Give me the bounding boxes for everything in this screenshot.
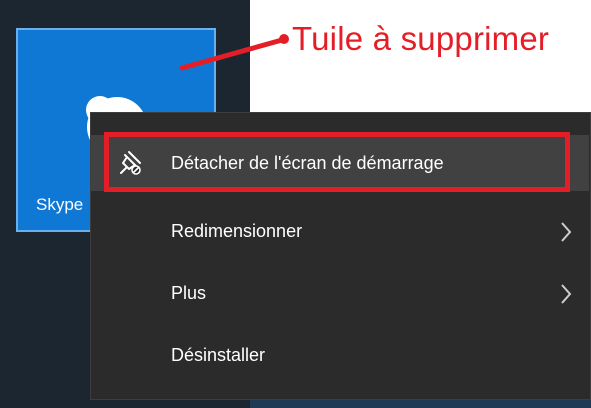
menu-item-label: Détacher de l'écran de démarrage <box>171 152 444 173</box>
annotation-arrow <box>179 34 289 71</box>
context-menu: Détacher de l'écran de démarrage Redimen… <box>90 112 591 400</box>
unpin-icon <box>120 151 141 175</box>
menu-item-label: Désinstaller <box>171 344 266 365</box>
chevron-right-icon <box>561 284 572 304</box>
menu-item-unpin[interactable]: Détacher de l'écran de démarrage <box>91 135 589 191</box>
menu-item-label: Plus <box>171 282 207 303</box>
chevron-right-icon <box>561 222 572 242</box>
menu-item-uninstall[interactable]: Désinstaller <box>91 325 589 385</box>
annotation-label: Tuile à supprimer <box>292 20 550 57</box>
tile-label: Skype <box>36 195 84 214</box>
menu-item-label: Redimensionner <box>171 220 303 241</box>
menu-item-more[interactable]: Plus <box>91 263 589 323</box>
menu-item-resize[interactable]: Redimensionner <box>91 201 589 261</box>
